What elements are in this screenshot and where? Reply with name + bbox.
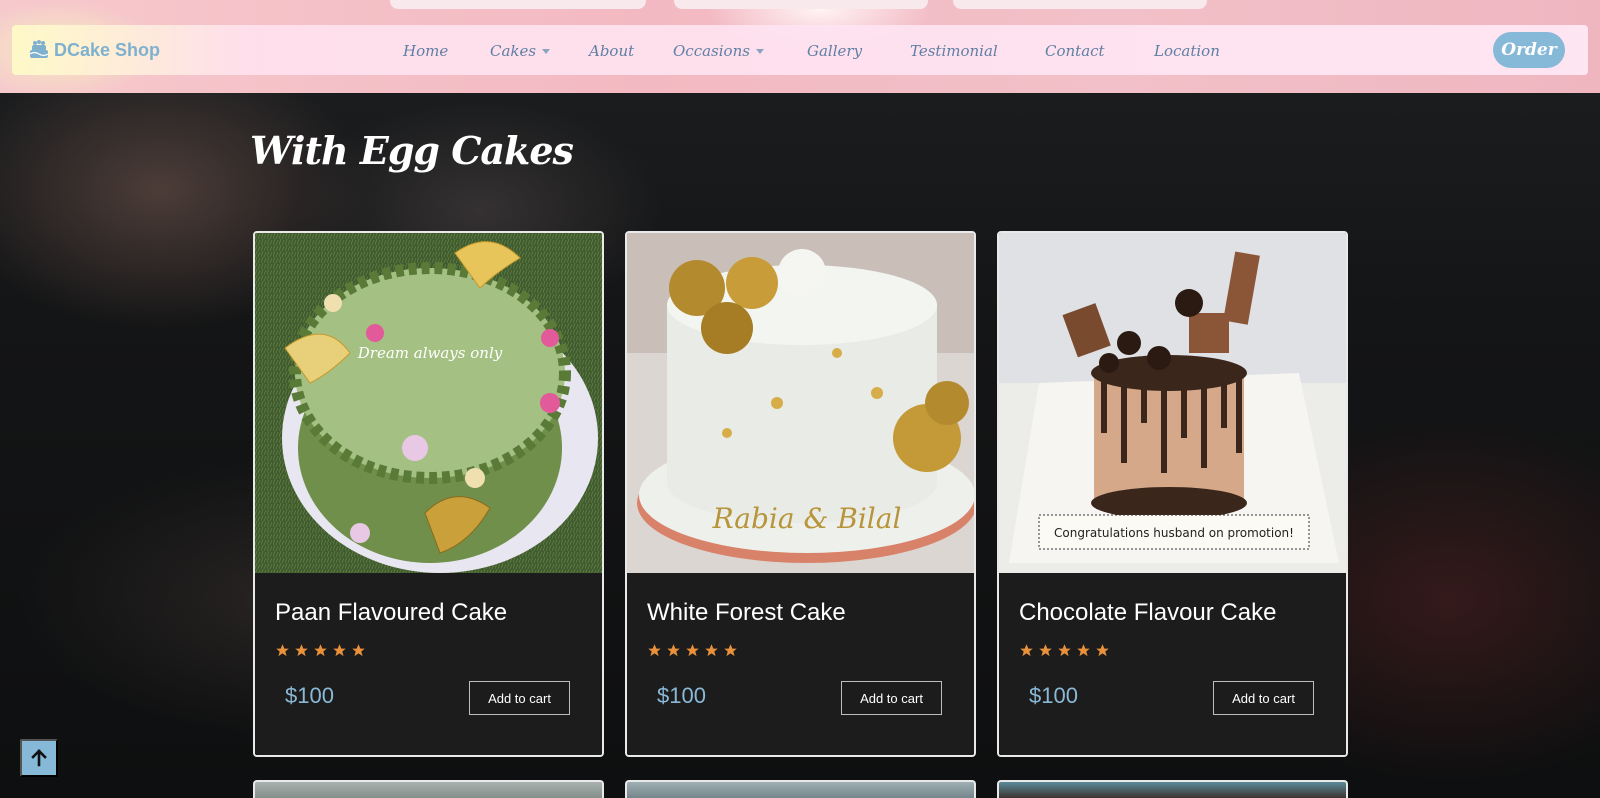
star-icon [1096,644,1109,657]
nav-contact-label: Contact [1045,42,1105,60]
nav-about-label: About [589,42,635,60]
nav-testimonial-label: Testimonial [910,42,998,60]
product-card: Rabia & Bilal White Forest Cake $100 Add… [625,231,976,757]
product-image[interactable]: Rabia & Bilal [627,233,974,573]
brand-logo[interactable]: DCake Shop [28,39,160,61]
scroll-to-top-button[interactable] [20,739,58,777]
product-card-partial [253,780,604,798]
star-icon [705,644,718,657]
nav-home[interactable]: Home [403,41,448,61]
nav-location[interactable]: Location [1154,41,1220,61]
star-icon [1077,644,1090,657]
nav-home-label: Home [403,42,449,60]
header-decor-card [674,0,928,9]
nav-contact[interactable]: Contact [1045,41,1105,61]
navbar: DCake Shop Home Cakes About Occasions Ga… [12,25,1588,75]
cake-icon [29,40,49,58]
header-decor-card [390,0,646,9]
nav-about[interactable]: About [589,41,634,61]
arrow-up-icon [31,749,47,767]
nav-location-label: Location [1154,42,1220,60]
product-card: Congratulations husband on promotion! Ch… [997,231,1348,757]
cake-inscription: Congratulations husband on promotion! [1054,526,1294,540]
nav-gallery[interactable]: Gallery [807,41,862,61]
product-image[interactable]: Dream always only [255,233,602,573]
star-icon [333,644,346,657]
star-icon [648,644,661,657]
product-name: Paan Flavoured Cake [275,599,508,626]
nav-cakes[interactable]: Cakes [490,41,551,61]
nav-cakes-label: Cakes [490,42,537,60]
product-price: $100 [1029,683,1078,708]
star-icon [724,644,737,657]
add-to-cart-button[interactable]: Add to cart [1213,681,1314,715]
brand-name: DCake Shop [54,39,161,60]
chevron-down-icon [755,48,764,54]
nav-occasions[interactable]: Occasions [673,41,764,61]
nav-occasions-label: Occasions [673,42,750,60]
star-rating [1019,643,1110,658]
product-card-partial [625,780,976,798]
product-name: White Forest Cake [647,599,846,626]
add-to-cart-button[interactable]: Add to cart [469,681,570,715]
cake-inscription: Dream always only [357,344,503,362]
star-icon [1020,644,1033,657]
product-image[interactable]: Congratulations husband on promotion! [999,233,1346,573]
nav-gallery-label: Gallery [807,42,863,60]
product-card-body: Paan Flavoured Cake $100 Add to cart [255,573,602,755]
star-rating [647,643,738,658]
add-to-cart-button[interactable]: Add to cart [841,681,942,715]
cake-inscription: Rabia & Bilal [712,502,902,535]
star-icon [295,644,308,657]
product-price: $100 [285,683,334,708]
star-icon [686,644,699,657]
star-icon [314,644,327,657]
header-decor-card [953,0,1207,9]
product-card-partial [997,780,1348,798]
star-icon [1058,644,1071,657]
product-card-body: Chocolate Flavour Cake $100 Add to cart [999,573,1346,755]
star-icon [1039,644,1052,657]
star-icon [352,644,365,657]
order-button[interactable]: Order [1493,32,1565,68]
product-name: Chocolate Flavour Cake [1019,599,1277,626]
product-card: Dream always only Paan Flavoured Cake $1… [253,231,604,757]
star-icon [276,644,289,657]
nav-testimonial[interactable]: Testimonial [910,41,998,61]
star-rating [275,643,366,658]
product-card-body: White Forest Cake $100 Add to cart [627,573,974,755]
product-price: $100 [657,683,706,708]
star-icon [667,644,680,657]
chevron-down-icon [542,48,551,54]
section-title: With Egg Cakes [250,128,574,173]
